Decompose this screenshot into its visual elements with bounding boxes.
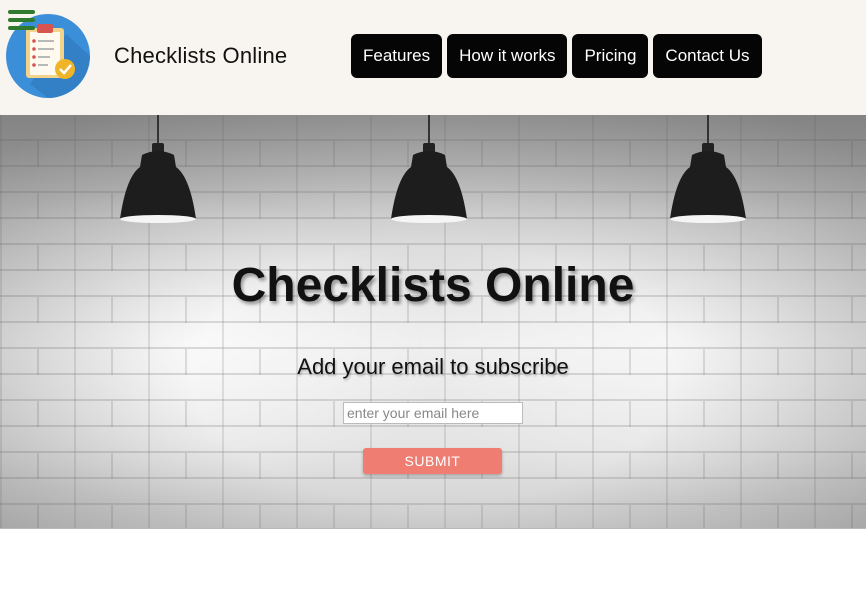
pendant-lamp-icon — [120, 115, 196, 223]
brand-name[interactable]: Checklists Online — [114, 43, 287, 69]
site-header: Checklists Online Features How it works … — [0, 0, 866, 115]
nav-pricing-button[interactable]: Pricing — [572, 34, 649, 78]
pendant-lamp-icon — [391, 115, 467, 223]
nav-how-it-works-button[interactable]: How it works — [447, 34, 568, 78]
hero-title: Checklists Online — [231, 259, 635, 312]
pendant-lamp-icon — [670, 115, 746, 223]
hero-section: Checklists Online Add your email to subs… — [0, 115, 866, 529]
email-input[interactable] — [343, 402, 523, 424]
submit-button[interactable]: SUBMIT — [363, 448, 502, 474]
subscribe-label: Add your email to subscribe — [297, 354, 569, 379]
hero-divider — [0, 528, 866, 529]
main-nav: Features How it works Pricing Contact Us — [351, 34, 762, 78]
nav-features-button[interactable]: Features — [351, 34, 443, 78]
nav-contact-us-button[interactable]: Contact Us — [653, 34, 762, 78]
hamburger-menu-icon[interactable] — [8, 10, 35, 32]
